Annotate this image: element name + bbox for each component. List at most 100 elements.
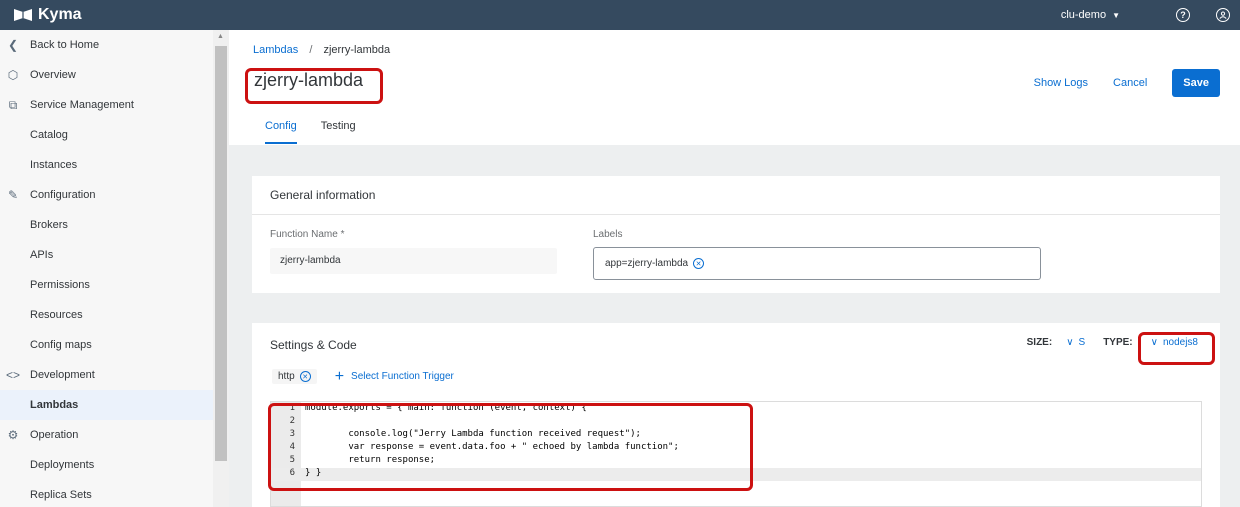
sidebar-item-label: Operation xyxy=(30,429,79,441)
sidebar-item-resources[interactable]: Resources xyxy=(0,300,213,330)
sidebar: ❮ Back to Home ⬡ Overview ⧉ Service Mana… xyxy=(0,30,213,507)
type-key: TYPE: xyxy=(1103,337,1133,348)
trigger-row: http ✕ + Select Function Trigger xyxy=(272,367,454,385)
code-editor[interactable]: 1 module.exports = { main: function (eve… xyxy=(270,401,1202,507)
code-text: var response = event.data.foo + " echoed… xyxy=(305,442,679,452)
page-title: zjerry-lambda xyxy=(254,70,364,90)
service-icon: ⧉ xyxy=(8,97,18,112)
sidebar-item-replica-sets[interactable]: Replica Sets xyxy=(0,480,213,507)
sidebar-item-label: Config maps xyxy=(30,339,92,351)
divider xyxy=(252,214,1220,215)
code-text: module.exports = { main: function (event… xyxy=(305,403,587,413)
breadcrumb-separator: / xyxy=(309,44,313,56)
size-value[interactable]: S xyxy=(1079,337,1086,348)
sidebar-item-label: Lambdas xyxy=(30,399,79,411)
plus-icon: + xyxy=(334,367,345,385)
general-information-title: General information xyxy=(270,188,376,202)
settings-code-title: Settings & Code xyxy=(270,338,357,352)
sidebar-item-deployments[interactable]: Deployments xyxy=(0,450,213,480)
line-number: 2 xyxy=(289,416,295,426)
code-icon: <> xyxy=(6,368,21,382)
shell-bar: Kyma clu-demo ▼ ? xyxy=(0,0,1240,30)
cancel-button[interactable]: Cancel xyxy=(1113,77,1147,89)
sidebar-item-instances[interactable]: Instances xyxy=(0,150,213,180)
brand[interactable]: Kyma xyxy=(0,6,82,24)
sidebar-item-brokers[interactable]: Brokers xyxy=(0,210,213,240)
select-function-trigger-button[interactable]: + Select Function Trigger xyxy=(334,367,454,385)
line-number: 3 xyxy=(289,429,295,439)
sidebar-item-overview[interactable]: ⬡ Overview xyxy=(0,60,213,90)
function-name-field: zjerry-lambda xyxy=(270,248,557,274)
code-line-current: 6 } } xyxy=(271,468,1201,481)
sidebar-item-back-to-home[interactable]: ❮ Back to Home xyxy=(0,30,213,60)
sidebar-item-label: Deployments xyxy=(30,459,95,471)
sidebar-item-lambdas[interactable]: Lambdas xyxy=(0,390,213,420)
sidebar-item-catalog[interactable]: Catalog xyxy=(0,120,213,150)
sidebar-item-configuration[interactable]: ✎ Configuration xyxy=(0,180,213,210)
hexagon-icon: ⬡ xyxy=(7,68,19,82)
chevron-down-icon[interactable]: ∨ xyxy=(1151,337,1158,348)
remove-label-icon[interactable]: ✕ xyxy=(693,258,705,269)
line-number: 1 xyxy=(289,403,295,413)
cluster-selector[interactable]: clu-demo ▼ xyxy=(1061,9,1120,21)
sidebar-item-operation[interactable]: ⚙ Operation xyxy=(0,420,213,450)
tab-testing[interactable]: Testing xyxy=(321,120,356,144)
sidebar-item-label: Brokers xyxy=(30,219,68,231)
sidebar-item-label: Resources xyxy=(30,309,83,321)
line-number: 6 xyxy=(289,468,295,478)
sidebar-item-label: Back to Home xyxy=(30,39,100,51)
tab-bar: Config Testing xyxy=(265,120,380,144)
save-button[interactable]: Save xyxy=(1172,69,1220,97)
header-actions: Show Logs Cancel Save xyxy=(1009,69,1220,97)
sidebar-item-label: Catalog xyxy=(30,129,68,141)
code-text: return response; xyxy=(305,455,436,465)
code-text: console.log("Jerry Lambda function recei… xyxy=(305,429,641,439)
sidebar-item-label: Replica Sets xyxy=(30,489,92,501)
user-account-icon[interactable] xyxy=(1216,8,1230,22)
kyma-logo-icon xyxy=(14,9,32,21)
cluster-name: clu-demo xyxy=(1060,9,1107,21)
app-name: Kyma xyxy=(38,6,82,23)
line-number: 4 xyxy=(289,442,295,452)
line-number: 5 xyxy=(289,455,295,465)
labels-input[interactable]: app=zjerry-lambda ✕ xyxy=(593,247,1041,280)
sidebar-item-label: Development xyxy=(30,369,95,381)
code-line: 2 xyxy=(271,416,1201,429)
sidebar-item-label: Overview xyxy=(30,69,76,81)
code-text: } } xyxy=(305,468,322,478)
chevron-down-icon[interactable]: ∨ xyxy=(1066,337,1073,348)
size-key: SIZE: xyxy=(1026,337,1053,348)
select-function-trigger-label: Select Function Trigger xyxy=(351,371,454,382)
sidebar-item-service-management[interactable]: ⧉ Service Management xyxy=(0,90,213,120)
help-icon[interactable]: ? xyxy=(1176,8,1190,22)
settings-code-panel: Settings & Code SIZE: ∨ S TYPE: ∨ nodejs… xyxy=(252,323,1220,507)
sidebar-item-label: Service Management xyxy=(30,99,134,111)
function-meta: SIZE: ∨ S TYPE: ∨ nodejs8 xyxy=(1009,337,1220,348)
show-logs-button[interactable]: Show Logs xyxy=(1034,77,1088,89)
sidebar-item-permissions[interactable]: Permissions xyxy=(0,270,213,300)
general-information-panel: General information Function Name * Labe… xyxy=(252,176,1220,293)
function-name-label: Function Name * xyxy=(270,229,345,240)
tab-config[interactable]: Config xyxy=(265,120,297,144)
sidebar-item-label: Instances xyxy=(30,159,78,171)
trigger-chip: http ✕ xyxy=(272,369,317,384)
remove-trigger-icon[interactable]: ✕ xyxy=(299,371,311,382)
sidebar-item-config-maps[interactable]: Config maps xyxy=(0,330,213,360)
scrollbar-thumb[interactable] xyxy=(215,46,227,461)
breadcrumb-lambdas-link[interactable]: Lambdas xyxy=(253,44,298,56)
breadcrumb-current: zjerry-lambda xyxy=(323,44,391,56)
trigger-chip-label: http xyxy=(278,371,295,382)
code-line: 3 console.log("Jerry Lambda function rec… xyxy=(271,429,1201,442)
operation-icon: ⚙ xyxy=(7,428,19,442)
caret-down-icon: ▼ xyxy=(1112,10,1120,20)
breadcrumb: Lambdas / zjerry-lambda xyxy=(253,44,390,56)
chevron-left-icon: ❮ xyxy=(7,38,19,52)
sidebar-item-development[interactable]: <> Development xyxy=(0,360,213,390)
code-line: 4 var response = event.data.foo + " echo… xyxy=(271,442,1201,455)
type-value[interactable]: nodejs8 xyxy=(1163,337,1198,348)
main-content: Lambdas / zjerry-lambda zjerry-lambda Co… xyxy=(229,30,1240,507)
sidebar-scrollbar[interactable]: ▲ xyxy=(213,30,229,507)
sidebar-item-apis[interactable]: APIs xyxy=(0,240,213,270)
scroll-up-icon[interactable]: ▲ xyxy=(217,33,224,40)
